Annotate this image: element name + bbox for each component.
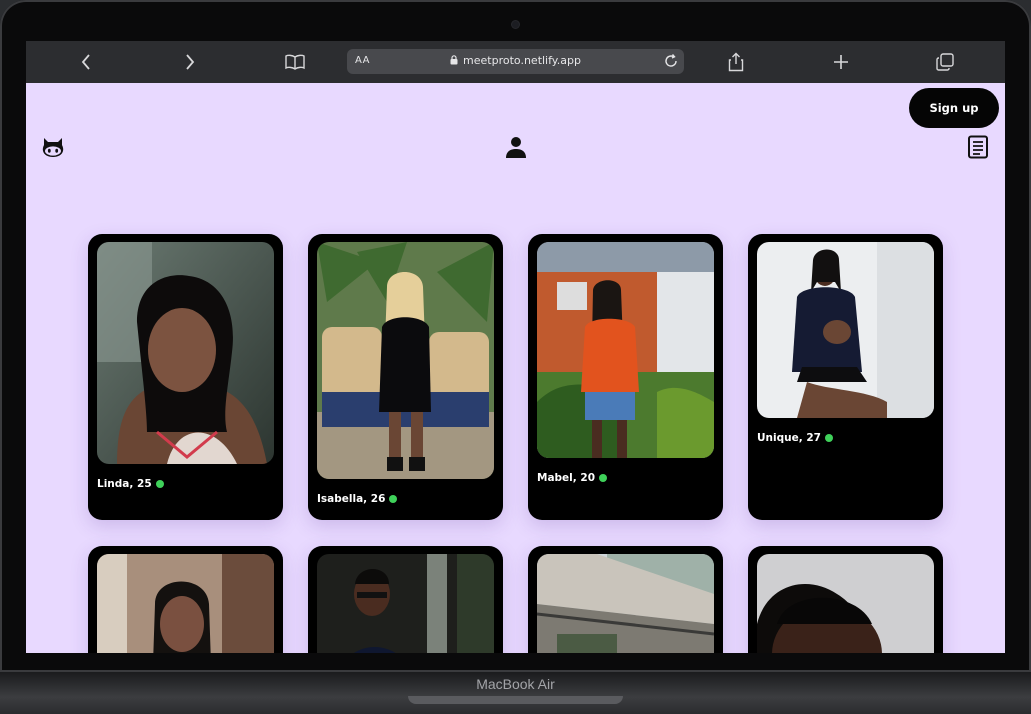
github-link[interactable]: [41, 136, 65, 158]
profile-name: Isabella, 26: [317, 493, 398, 505]
document-icon: [968, 135, 988, 159]
camera: [512, 21, 519, 28]
profile-photo: [757, 554, 934, 653]
profile-name: Linda, 25: [97, 478, 164, 490]
laptop-base: MacBook Air: [0, 672, 1031, 714]
github-cat-icon: [42, 138, 64, 157]
profile-name: Unique, 27: [757, 432, 833, 444]
url-text: meetproto.netlify.app: [463, 54, 581, 67]
tabs-overview-button[interactable]: [933, 50, 957, 74]
profile-photo: [317, 554, 494, 653]
profile-photo: [757, 242, 934, 418]
address-bar[interactable]: AA meetproto.netlify.app: [347, 49, 684, 74]
profile-name: Mabel, 20: [537, 472, 608, 484]
profile-card[interactable]: Mabel, 20: [528, 234, 723, 520]
laptop-hinge-notch: [408, 696, 623, 704]
plus-icon: [834, 55, 848, 69]
profile-card[interactable]: [748, 546, 943, 653]
reload-icon[interactable]: [663, 53, 679, 69]
notes-button[interactable]: [967, 135, 989, 159]
browser-screen: AA meetproto.netlify.app Sign up Linda, …: [26, 41, 1005, 653]
share-button[interactable]: [724, 50, 748, 74]
online-status-indicator: [155, 480, 164, 488]
tabs-icon: [936, 53, 954, 71]
lock-icon: [450, 55, 458, 65]
browser-toolbar: AA meetproto.netlify.app: [26, 41, 1005, 83]
chevron-left-icon: [81, 54, 90, 70]
device-brand-label: MacBook Air: [476, 676, 555, 692]
chevron-right-icon: [186, 54, 195, 70]
profile-photo: [97, 242, 274, 464]
profile-photo: [317, 242, 494, 479]
book-icon: [285, 54, 305, 70]
profile-photo: [537, 554, 714, 653]
share-icon: [728, 52, 744, 72]
laptop-lid: AA meetproto.netlify.app Sign up Linda, …: [0, 0, 1031, 672]
profile-photo: [97, 554, 274, 653]
online-status-indicator: [389, 495, 398, 503]
profile-card[interactable]: Linda, 25: [88, 234, 283, 520]
new-tab-button[interactable]: [829, 50, 853, 74]
profile-card[interactable]: [88, 546, 283, 653]
online-status-indicator: [824, 434, 833, 442]
user-icon: [506, 137, 526, 158]
back-button[interactable]: [74, 50, 98, 74]
profile-card[interactable]: [308, 546, 503, 653]
profile-card[interactable]: Isabella, 26: [308, 234, 503, 520]
signup-button[interactable]: Sign up: [909, 88, 999, 128]
bookmarks-button[interactable]: [283, 50, 307, 74]
online-status-indicator: [599, 474, 608, 482]
profile-button[interactable]: [504, 135, 528, 159]
profile-photo: [537, 242, 714, 458]
profile-card[interactable]: Unique, 27: [748, 234, 943, 520]
forward-button[interactable]: [178, 50, 202, 74]
profile-card[interactable]: [528, 546, 723, 653]
